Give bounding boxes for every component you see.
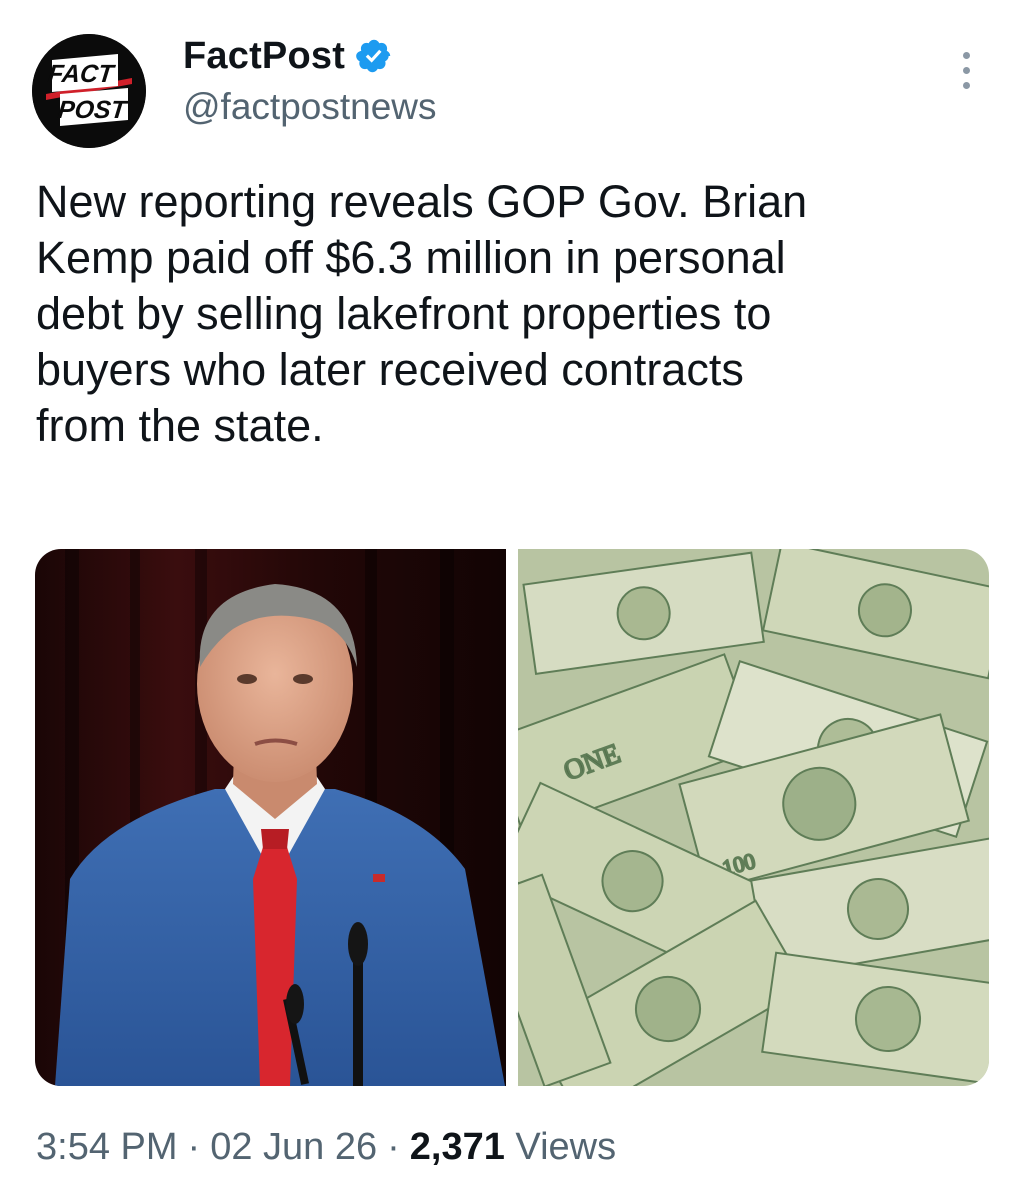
tweet-text: New reporting reveals GOP Gov. Brian Kem…	[36, 176, 808, 451]
tweet-card[interactable]: FACT POST FactPost @factpostnews New rep…	[0, 0, 1022, 1200]
meta-separator: ·	[387, 1126, 400, 1168]
verified-badge-icon	[355, 37, 393, 75]
factpost-logo: FACT POST	[32, 34, 146, 148]
tweet-date[interactable]: 02 Jun 26	[210, 1126, 377, 1169]
logo-word-fact: FACT	[47, 60, 118, 88]
author-name-row[interactable]: FactPost	[183, 33, 393, 79]
tweet-time[interactable]: 3:54 PM	[36, 1126, 178, 1169]
media-photo-money[interactable]: ONE 100	[518, 549, 989, 1086]
views-count: 2,371	[409, 1126, 505, 1168]
views[interactable]: 2,371 Views	[410, 1126, 616, 1169]
views-label: Views	[515, 1126, 617, 1168]
media-photo-politician[interactable]	[35, 549, 506, 1086]
author-handle[interactable]: @factpostnews	[183, 86, 437, 128]
meta-separator: ·	[187, 1126, 201, 1168]
media-grid[interactable]: ONE 100	[35, 549, 989, 1086]
more-options-icon[interactable]	[952, 52, 980, 96]
display-name[interactable]: FactPost	[183, 35, 345, 78]
avatar[interactable]: FACT POST	[32, 34, 146, 148]
logo-word-post: POST	[57, 96, 131, 124]
tweet-meta: 3:54 PM · 02 Jun 26 · 2,371 Views	[36, 1126, 616, 1169]
